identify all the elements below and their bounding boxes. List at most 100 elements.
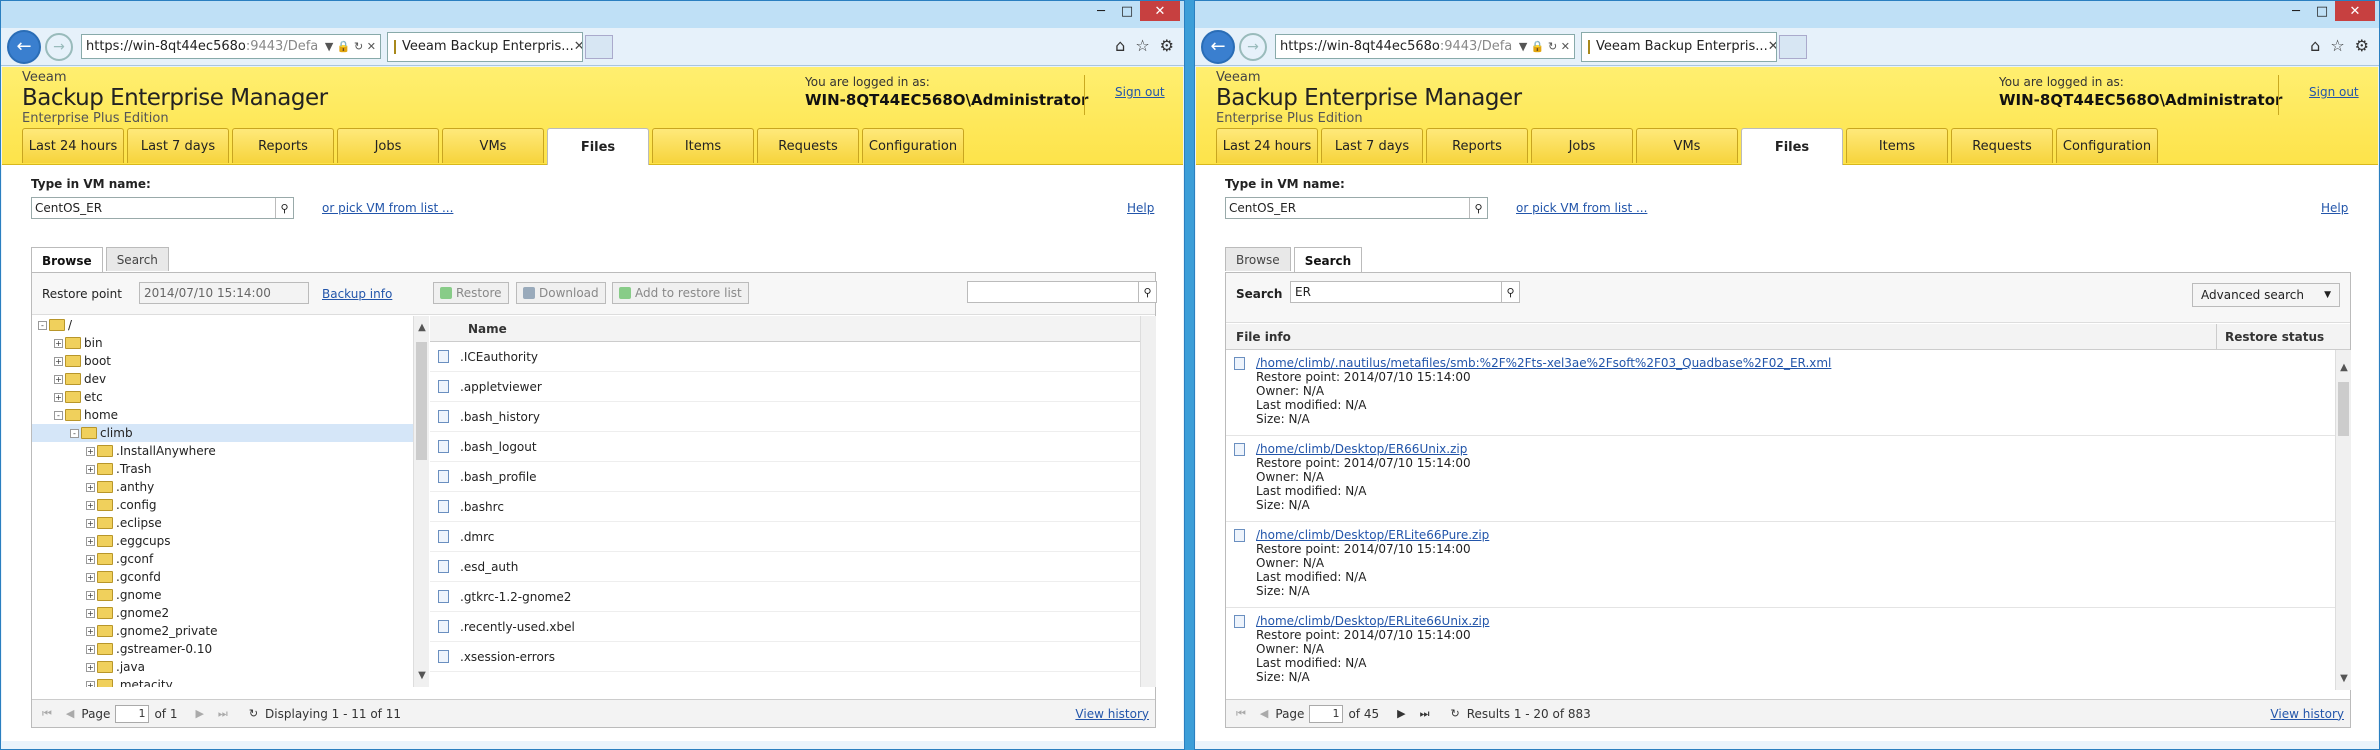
name-column-header[interactable]: Name	[430, 322, 507, 336]
page-input[interactable]: 1	[115, 704, 150, 723]
expand-icon[interactable]: +	[86, 662, 95, 672]
file-row[interactable]: .appletviewer	[430, 372, 1140, 402]
tree-node[interactable]: + etc	[32, 388, 428, 406]
tab-last-7-days[interactable]: Last 7 days	[1321, 128, 1423, 163]
expand-icon[interactable]: +	[86, 446, 95, 456]
collapse-icon[interactable]: -	[54, 410, 63, 420]
restore-point-field[interactable]: 2014/07/10 15:14:00	[139, 282, 309, 304]
tree-node[interactable]: + .eclipse	[32, 514, 428, 532]
expand-icon[interactable]: +	[86, 464, 95, 474]
gear-icon[interactable]: ⚙	[2355, 36, 2369, 55]
expand-icon[interactable]: +	[86, 554, 95, 564]
expand-icon[interactable]: +	[86, 572, 95, 582]
file-row[interactable]: .ICEauthority	[430, 342, 1140, 372]
tab-browse[interactable]: Browse	[31, 247, 103, 273]
close-icon[interactable]: ✕	[2335, 1, 2375, 21]
last-page-icon[interactable]: ⏭	[1420, 707, 1430, 721]
tree-node[interactable]: - climb	[32, 424, 428, 442]
expand-icon[interactable]: +	[86, 608, 95, 618]
tree-node[interactable]: + .Trash	[32, 460, 428, 478]
file-row[interactable]: .bash_history	[430, 402, 1140, 432]
file-row[interactable]: .bash_logout	[430, 432, 1140, 462]
search-icon[interactable]: ⚲	[1138, 282, 1156, 302]
view-history-link[interactable]: View history	[1075, 707, 1149, 721]
lock-refresh-icon[interactable]: ▼ 🔒 ↻ ✕	[321, 40, 376, 53]
download-button[interactable]: Download	[516, 282, 606, 304]
collapse-icon[interactable]: -	[70, 428, 79, 438]
tree-node[interactable]: + .gstreamer-0.10	[32, 640, 428, 658]
collapse-icon[interactable]: -	[38, 320, 47, 330]
tree-node[interactable]: + .gnome2_private	[32, 622, 428, 640]
tree-node[interactable]: + .java	[32, 658, 428, 676]
lock-refresh-icon[interactable]: ▼ 🔒 ↻ ✕	[1515, 40, 1570, 53]
tab-reports[interactable]: Reports	[1426, 128, 1528, 163]
browser-tab[interactable]: Veeam Backup Enterpris... ✕	[387, 31, 583, 62]
tree-node[interactable]: + boot	[32, 352, 428, 370]
tree-node[interactable]: + .eggcups	[32, 532, 428, 550]
file-row[interactable]: .xsession-errors	[430, 642, 1140, 672]
tab-vms[interactable]: VMs	[442, 128, 544, 163]
tab-files[interactable]: Files	[1741, 128, 1843, 165]
home-icon[interactable]: ⌂	[2310, 36, 2320, 55]
file-row[interactable]: .dmrc	[430, 522, 1140, 552]
home-icon[interactable]: ⌂	[1115, 36, 1125, 55]
next-page-icon[interactable]: ▶	[1397, 707, 1405, 720]
filter-input[interactable]: ⚲	[967, 281, 1157, 303]
first-page-icon[interactable]: ⏮	[42, 707, 52, 721]
file-row[interactable]: .gtkrc-1.2-gnome2	[430, 582, 1140, 612]
scroll-up-icon[interactable]: ▲	[2336, 362, 2352, 373]
address-bar[interactable]: https://win-8qt44ec568o:9443/Defa ▼ 🔒 ↻ …	[81, 34, 381, 59]
tree-node[interactable]: - /	[32, 316, 428, 334]
advanced-search-button[interactable]: Advanced search ▼	[2192, 283, 2340, 307]
back-icon[interactable]: ←	[7, 29, 41, 64]
tab-jobs[interactable]: Jobs	[337, 128, 439, 163]
tree-node[interactable]: + bin	[32, 334, 428, 352]
tree-node[interactable]: + .gnome	[32, 586, 428, 604]
close-icon[interactable]: ✕	[1140, 1, 1180, 21]
vm-name-input[interactable]: CentOS_ER ⚲	[31, 197, 294, 219]
browser-tab[interactable]: Veeam Backup Enterpris... ✕	[1581, 31, 1777, 62]
maximize-icon[interactable]: □	[1114, 1, 1140, 21]
tab-reports[interactable]: Reports	[232, 128, 334, 163]
prev-page-icon[interactable]: ◀	[66, 707, 74, 720]
tab-vms[interactable]: VMs	[1636, 128, 1738, 163]
star-icon[interactable]: ☆	[2330, 36, 2344, 55]
tree-node[interactable]: + .anthy	[32, 478, 428, 496]
vm-name-input[interactable]: CentOS_ER ⚲	[1225, 197, 1488, 219]
tree-node[interactable]: + .gnome2	[32, 604, 428, 622]
tab-search[interactable]: Search	[105, 247, 169, 271]
tab-requests[interactable]: Requests	[757, 128, 859, 163]
tree-node[interactable]: + dev	[32, 370, 428, 388]
tree-scroll-thumb[interactable]	[416, 342, 427, 460]
refresh-icon[interactable]: ↻	[1450, 707, 1459, 720]
tree-node[interactable]: + .gconf	[32, 550, 428, 568]
tab-close-icon[interactable]: ✕	[574, 39, 582, 54]
new-tab-button[interactable]	[1779, 34, 1807, 59]
tab-last-7-days[interactable]: Last 7 days	[127, 128, 229, 163]
refresh-icon[interactable]: ↻	[249, 707, 258, 720]
search-input[interactable]: ER ⚲	[1290, 281, 1520, 303]
sign-out-link[interactable]: Sign out	[2309, 85, 2359, 99]
tab-close-icon[interactable]: ✕	[1768, 39, 1776, 54]
results-scroll-thumb[interactable]	[2338, 382, 2349, 436]
file-row[interactable]: .esd_auth	[430, 552, 1140, 582]
expand-icon[interactable]: +	[86, 536, 95, 546]
next-page-icon[interactable]: ▶	[195, 707, 203, 720]
expand-icon[interactable]: +	[86, 482, 95, 492]
tab-files[interactable]: Files	[547, 128, 649, 165]
search-icon[interactable]: ⚲	[1501, 282, 1519, 302]
tree-node[interactable]: + .gconfd	[32, 568, 428, 586]
tree-node[interactable]: - home	[32, 406, 428, 424]
results-scrollbar[interactable]: ▲ ▼	[2335, 350, 2351, 690]
sign-out-link[interactable]: Sign out	[1115, 85, 1165, 99]
tab-configuration[interactable]: Configuration	[2056, 128, 2158, 163]
forward-icon[interactable]: →	[1239, 32, 1267, 61]
search-icon[interactable]: ⚲	[275, 198, 293, 218]
expand-icon[interactable]: +	[54, 356, 63, 366]
tab-search[interactable]: Search	[1293, 247, 1363, 273]
expand-icon[interactable]: +	[86, 644, 95, 654]
minimize-icon[interactable]: ─	[1088, 1, 1114, 21]
search-icon[interactable]: ⚲	[1469, 198, 1487, 218]
expand-icon[interactable]: +	[86, 626, 95, 636]
result-path-link[interactable]: /home/climb/Desktop/ERLite66Pure.zip	[1256, 528, 1489, 542]
